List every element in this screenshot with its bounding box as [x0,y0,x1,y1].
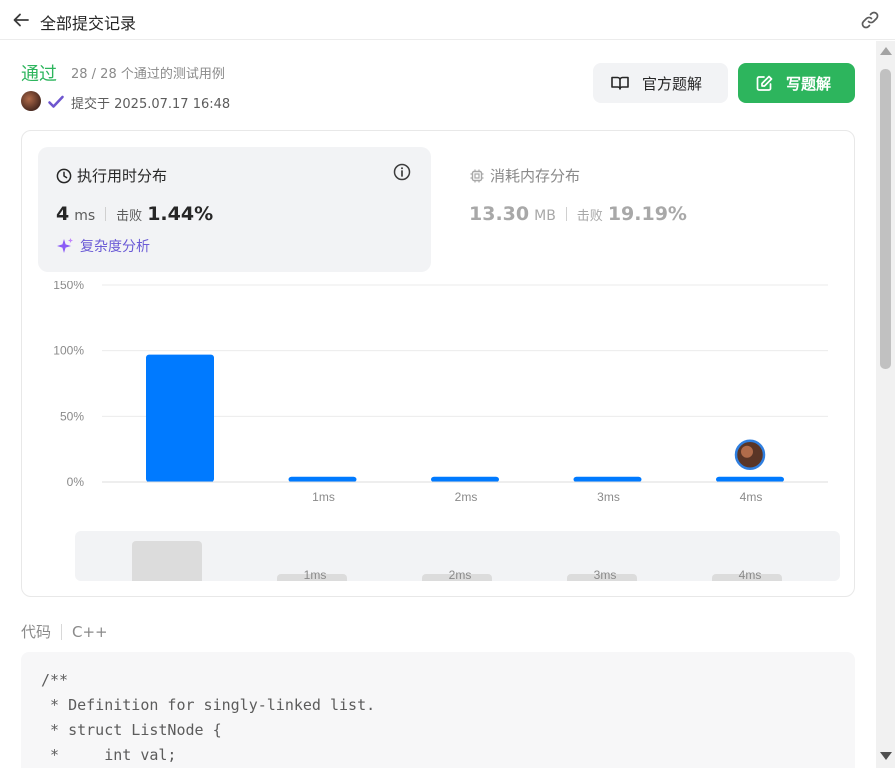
mini-chart-label: 4ms [738,568,762,581]
mini-chart-label: 3ms [593,568,617,581]
code-line: * int val; [41,746,177,764]
avatar[interactable] [21,91,41,111]
write-solution-button[interactable]: 写题解 [738,63,855,103]
submission-detail: 通过 28 / 28 个通过的测试用例 提交于 2025.07.17 16:48… [0,41,876,768]
mini-chart-label: 2ms [448,568,472,581]
code-line: /** [41,671,69,689]
runtime-unit: ms [74,208,96,224]
arrow-left-icon[interactable] [10,9,32,31]
memory-title-text: 消耗内存分布 [490,167,581,185]
book-icon [611,76,629,90]
divider [565,207,567,221]
x-tick-label: 4ms [740,490,763,504]
x-tick-label: 3ms [597,490,620,504]
page-title: 全部提交记录 [40,14,137,33]
info-icon[interactable] [393,163,411,181]
x-tick-label: 2ms [455,490,478,504]
y-tick-label: 150% [53,281,84,292]
mini-chart-bar [132,541,202,581]
code-line: * Definition for singly-linked list. [41,696,376,714]
code-language: C++ [72,622,108,641]
divider [105,207,107,221]
runtime-beat-value: 1.44% [147,203,214,225]
official-solution-label: 官方题解 [642,74,703,93]
runtime-beat-label: 击败 [116,209,143,224]
code-header: 代码 C++ [21,621,108,642]
chart-bar [288,476,357,482]
chart-bar [716,476,784,482]
code-line: * struct ListNode { [41,721,222,739]
runtime-distribution-chart: 0% 50% 100% 150% 1ms 2ms 3ms 4ms [53,281,828,504]
memory-value: 13.30 [469,203,530,225]
y-tick-label: 100% [53,344,84,358]
scroll-down-arrow-icon[interactable] [880,752,892,760]
divider [61,623,63,640]
write-solution-label: 写题解 [786,74,832,93]
performance-card: 执行用时分布 4 ms 击败 1.44% 复杂度分析 消耗内存分布 13.30 … [21,130,855,597]
runtime-panel[interactable]: 执行用时分布 4 ms 击败 1.44% 复杂度分析 [38,147,431,272]
memory-beat-label: 击败 [576,209,603,224]
code-block[interactable]: /** * Definition for singly-linked list.… [21,652,855,768]
avatar-highlight [741,445,753,458]
scroll-up-arrow-icon[interactable] [880,47,892,55]
memory-unit: MB [534,208,556,224]
link-icon[interactable] [859,9,881,31]
status-label: 通过 [21,64,57,85]
submitted-time: 提交于 2025.07.17 16:48 [71,97,231,112]
runtime-title: 执行用时分布 [56,165,167,186]
top-bar: 全部提交记录 [0,0,895,40]
edit-icon [756,75,773,91]
x-tick-label: 1ms [312,490,335,504]
chart-bar [573,476,642,482]
chart-bar [431,476,499,482]
memory-beat-value: 19.19% [607,203,687,225]
memory-metric: 13.30 MB 击败 19.19% [469,203,687,225]
complexity-analysis-link[interactable]: 复杂度分析 [56,236,150,256]
complexity-label: 复杂度分析 [80,239,150,255]
sparkle-icon [57,238,73,253]
scrollbar[interactable] [876,41,895,768]
chip-icon [470,169,484,182]
test-cases-count: 28 / 28 个通过的测试用例 [71,67,225,82]
memory-title: 消耗内存分布 [469,165,580,186]
runtime-value: 4 [56,203,70,225]
runtime-title-text: 执行用时分布 [77,167,168,185]
verified-check-icon [48,95,64,108]
clock-icon [56,168,72,183]
scrollbar-thumb[interactable] [880,69,891,369]
runtime-metric: 4 ms 击败 1.44% [56,203,213,225]
code-label: 代码 [21,623,52,641]
chart-range-slider[interactable]: 1ms 2ms 3ms 4ms [75,531,840,581]
chart-bar [146,354,214,482]
mini-chart-label: 1ms [303,568,327,581]
memory-panel[interactable]: 消耗内存分布 13.30 MB 击败 19.19% [451,147,844,272]
y-tick-label: 50% [60,409,84,423]
official-solution-button[interactable]: 官方题解 [593,63,728,103]
y-tick-label: 0% [67,475,85,489]
